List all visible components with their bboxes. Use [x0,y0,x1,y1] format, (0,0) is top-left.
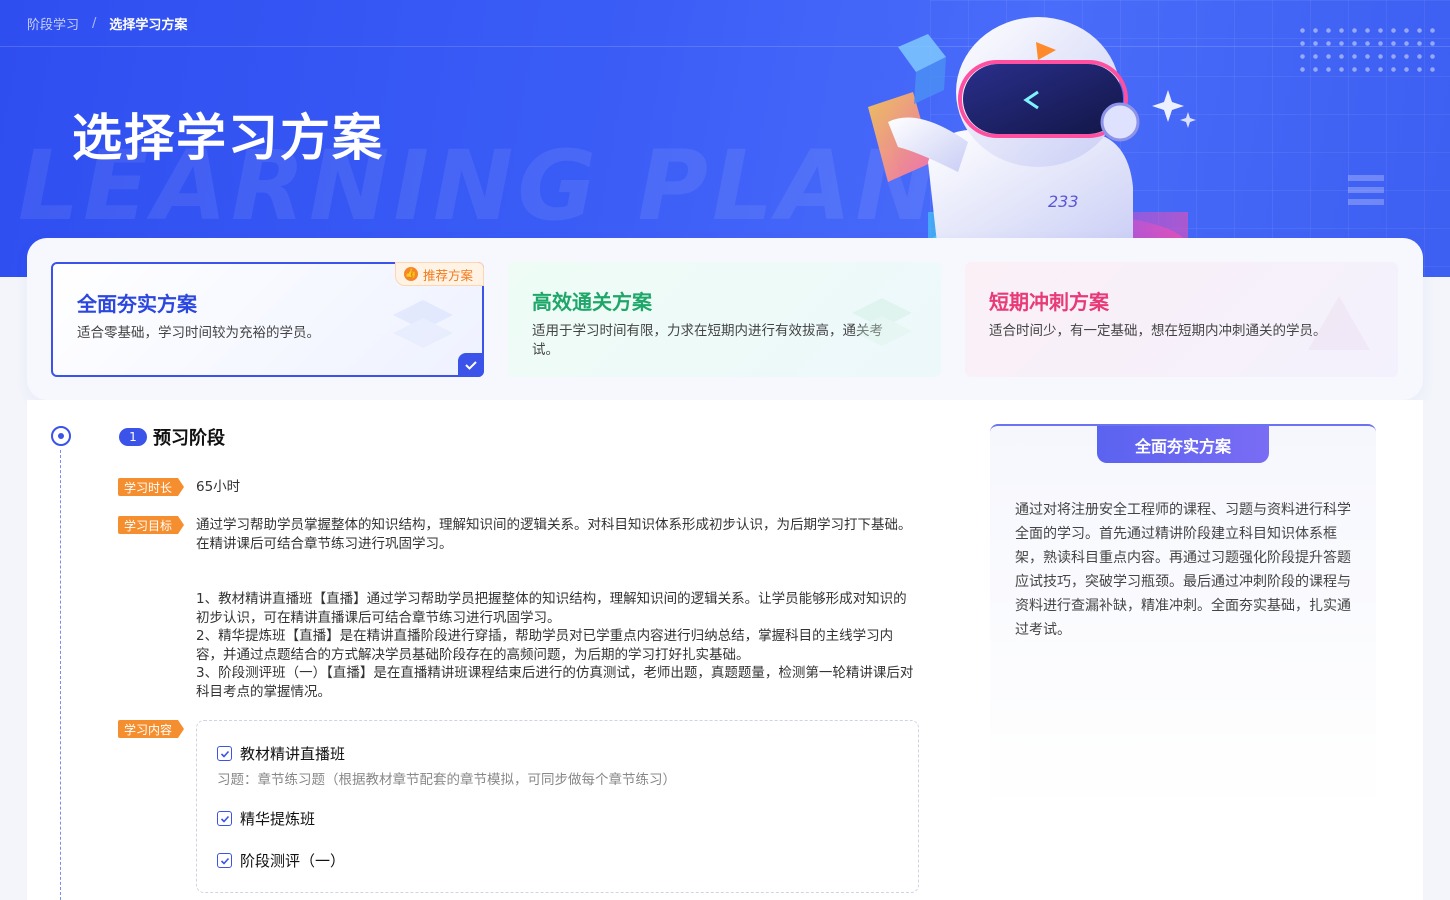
stack-decoration-icon [852,298,912,346]
breadcrumb-current: 选择学习方案 [109,18,188,33]
summary-title: 全面夯实方案 [1097,426,1269,463]
triangle-decoration-icon [1308,296,1370,350]
duration-tag: 学习时长 [118,478,185,496]
plan-card-efficient[interactable]: 高效通关方案 适用于学习时间有限，力求在短期内进行有效拔高，通关考试。 [508,262,941,377]
duration-value: 65小时 [196,479,241,495]
recommend-label: 推荐方案 [422,267,473,283]
breadcrumb: 阶段学习 / 选择学习方案 [27,14,187,33]
page-title: 选择学习方案 [72,109,384,167]
content-list: 教材精讲直播班 习题：章节练习题（根据教材章节配套的章节模拟，可同步做每个章节练… [196,720,919,893]
detail-line: 2、精华提炼班【直播】是在精讲直播阶段进行穿插，帮助学员对已学重点内容进行归纳总… [196,628,894,663]
dots-decoration-icon [1296,24,1436,76]
list-item[interactable]: 阶段测评（一） [217,850,345,871]
stage-details: 1、教材精讲直播班【直播】通过学习帮助学员把握整体的知识结构，理解知识间的逻辑关… [196,590,920,701]
header-banner: 阶段学习 / 选择学习方案 LEARNING PLAN 选择学习方案 233 [0,0,1450,277]
svg-text:233: 233 [1048,192,1079,211]
detail-line: 1、教材精讲直播班【直播】通过学习帮助学员把握整体的知识结构，理解知识间的逻辑关… [196,591,907,626]
stage-header: 1 预习阶段 [119,424,225,450]
summary-text: 通过对将注册安全工程师的课程、习题与资料进行科学全面的学习。首先通过精讲阶段建立… [1015,502,1351,638]
goal-text: 通过学习帮助学员掌握整体的知识结构，理解知识间的逻辑关系。对科目知识体系形成初步… [196,517,912,552]
breadcrumb-divider [0,46,1450,47]
stack-decoration-icon [393,300,453,348]
checkbox-checked-icon [217,811,232,826]
stripes-decoration-icon [1348,175,1384,211]
plan-card-comprehensive[interactable]: 👍 推荐方案 全面夯实方案 适合零基础，学习时间较为充裕的学员。 [51,262,484,377]
stage-content: 1 预习阶段 学习时长 65小时 学习目标 通过学习帮助学员掌握整体的知识结构，… [27,400,1423,900]
content-tag: 学习内容 [118,720,185,738]
timeline-dot-icon [51,426,71,446]
list-item-name: 教材精讲直播班 [240,745,346,763]
list-item-name: 阶段测评（一） [240,852,346,870]
breadcrumb-separator: / [92,16,97,31]
timeline-line [60,450,61,900]
stage-number: 1 [119,428,147,446]
breadcrumb-parent-link[interactable]: 阶段学习 [27,14,79,33]
goal-tag: 学习目标 [118,516,185,534]
checkbox-checked-icon [217,746,232,761]
plan-summary-card: 全面夯实方案 通过对将注册安全工程师的课程、习题与资料进行科学全面的学习。首先通… [990,424,1376,814]
recommend-badge: 👍 推荐方案 [394,262,484,286]
list-item[interactable]: 教材精讲直播班 [217,743,345,764]
plan-selector: 👍 推荐方案 全面夯实方案 适合零基础，学习时间较为充裕的学员。 高效通关方案 … [27,238,1423,400]
list-item-sub: 习题：章节练习题（根据教材章节配套的章节模拟，可同步做每个章节练习） [217,772,676,788]
selected-check-icon [458,353,484,377]
list-item[interactable]: 精华提炼班 [217,808,315,829]
plan-card-sprint[interactable]: 短期冲刺方案 适合时间少，有一定基础，想在短期内冲刺通关的学员。 [965,262,1398,377]
stage-title: 预习阶段 [153,428,225,449]
list-item-name: 精华提炼班 [240,810,316,828]
detail-line: 3、阶段测评班（一）【直播】是在直播精讲班课程结束后进行的仿真测试，老师出题，真… [196,665,914,700]
checkbox-checked-icon [217,853,232,868]
thumb-up-icon: 👍 [403,267,418,281]
